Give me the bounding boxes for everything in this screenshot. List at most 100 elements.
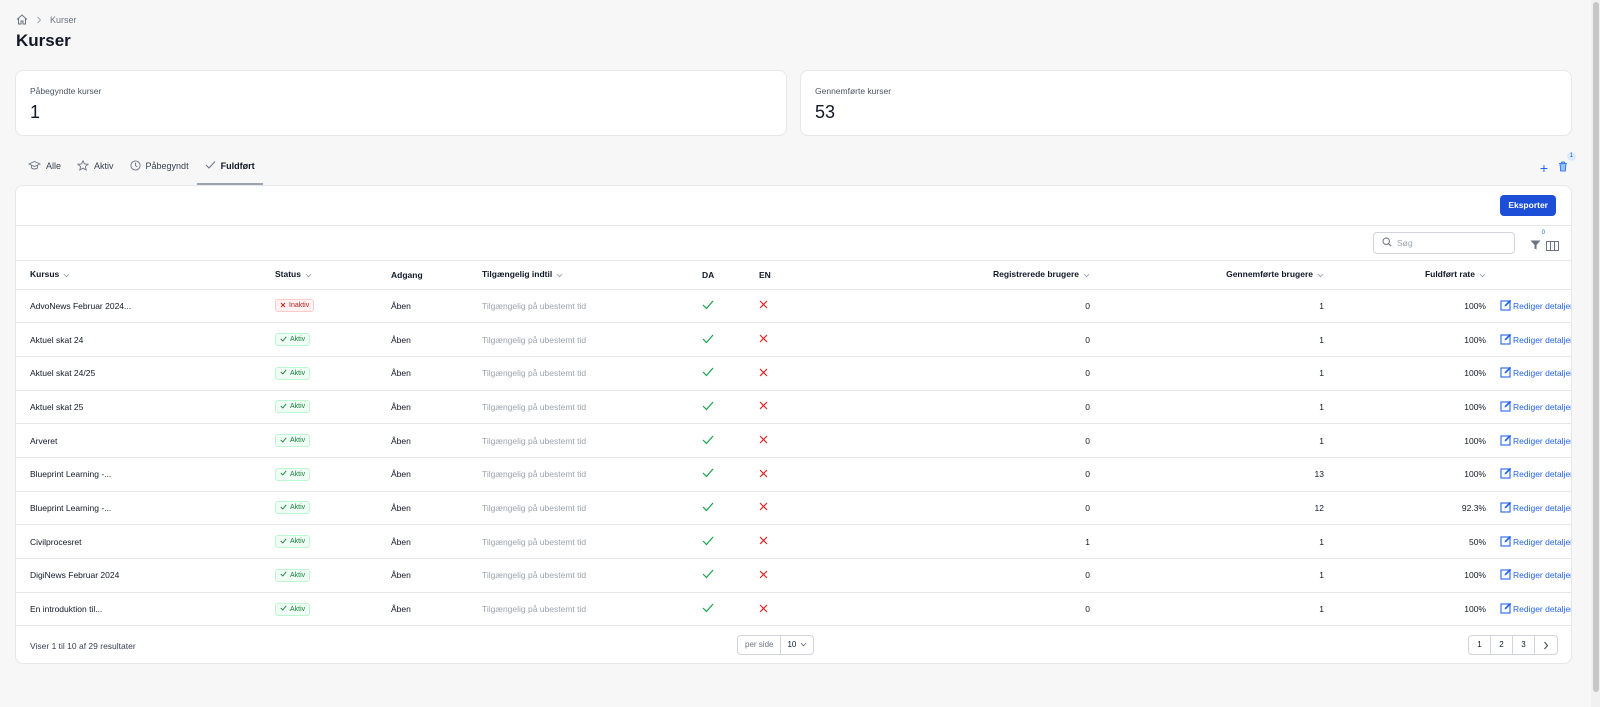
cell-kursus[interactable]: Civilprocesret: [16, 524, 275, 559]
col-en: EN: [759, 261, 819, 290]
status-badge: Aktiv: [275, 535, 311, 549]
edit-details-link[interactable]: Rediger detaljer: [1500, 366, 1571, 380]
tab-fuldfoert[interactable]: Fuldført: [196, 160, 263, 185]
table-row[interactable]: En introduktion til... Aktiv Åben Tilgængel…: [16, 592, 1571, 627]
edit-details-link[interactable]: Rediger detaljer: [1500, 333, 1571, 347]
cell-kursus[interactable]: Aktuel skat 25: [16, 390, 275, 425]
edit-details-link[interactable]: Rediger detaljer: [1500, 299, 1571, 313]
tab-paabegyndt[interactable]: Påbegyndt: [122, 160, 197, 185]
trash-count-badge: 1: [1566, 152, 1576, 161]
chevron-down-icon: [305, 270, 312, 280]
edit-details-link[interactable]: Rediger detaljer: [1500, 467, 1571, 481]
check-icon: [702, 334, 714, 346]
col-registrerede[interactable]: Registrerede brugere: [819, 261, 1090, 290]
edit-icon: [1500, 434, 1512, 448]
edit-details-link[interactable]: Rediger detaljer: [1500, 568, 1571, 582]
table-row[interactable]: Arveret Aktiv Åben Tilgængelig på ubestemt …: [16, 423, 1571, 458]
col-fuldfoert-rate[interactable]: Fuldført rate: [1324, 261, 1486, 290]
table-row[interactable]: Aktuel skat 25 Aktiv Åben Tilgængelig på ub…: [16, 390, 1571, 425]
page-scrollbar[interactable]: [1591, 0, 1600, 707]
cell-da: [702, 524, 759, 559]
edit-details-link[interactable]: Rediger detaljer: [1500, 434, 1571, 448]
scrollbar-thumb[interactable]: [1593, 2, 1599, 692]
cell-status: Aktiv: [275, 491, 391, 526]
table-row[interactable]: Civilprocesret Aktiv Åben Tilgængelig på ub…: [16, 524, 1571, 559]
tab-label: Påbegyndt: [145, 161, 189, 171]
table-row[interactable]: Blueprint Learning -... Aktiv Åben Tilgænge…: [16, 491, 1571, 526]
home-icon[interactable]: [16, 14, 28, 25]
page-button-2[interactable]: 2: [1491, 636, 1513, 654]
tab-aktiv[interactable]: Aktiv: [69, 159, 122, 185]
cell-adgang: Åben: [391, 491, 482, 526]
col-status[interactable]: Status: [275, 261, 391, 290]
tab-label: Fuldført: [220, 161, 255, 171]
status-badge: Aktiv: [275, 467, 311, 481]
stat-card-completed: Gennemførte kurser 53: [800, 70, 1572, 136]
cell-tilgaengelig: Tilgængelig på ubestemt tid: [482, 457, 702, 492]
tab-label: Alle: [46, 161, 62, 171]
close-icon: [759, 570, 768, 581]
breadcrumb-current[interactable]: Kurser: [50, 15, 77, 25]
col-kursus[interactable]: Kursus: [16, 261, 275, 290]
export-button[interactable]: Eksporter: [1500, 195, 1556, 216]
page-title: Kurser: [16, 31, 71, 50]
close-icon: [759, 469, 768, 480]
pagination: 1 2 3: [1468, 635, 1558, 655]
check-icon: [702, 569, 714, 581]
trash-icon[interactable]: 1: [1558, 152, 1576, 177]
edit-details-link[interactable]: Rediger detaljer: [1500, 400, 1571, 414]
plus-icon[interactable]: +: [1540, 161, 1548, 175]
check-icon: [280, 403, 287, 411]
col-da: DA: [702, 261, 759, 290]
chevron-down-icon: [1317, 270, 1324, 280]
cell-kursus[interactable]: Blueprint Learning -...: [16, 491, 275, 526]
cell-registrerede: 1: [819, 524, 1090, 559]
cell-kursus[interactable]: Aktuel skat 24: [16, 322, 275, 357]
col-gennemfoerte[interactable]: Gennemførte brugere: [1090, 261, 1324, 290]
edit-icon: [1500, 333, 1512, 347]
check-icon: [280, 538, 287, 546]
filter-icon[interactable]: 0: [1530, 230, 1545, 255]
table-row[interactable]: DigiNews Februar 2024 Aktiv Åben Tilgængeli…: [16, 558, 1571, 593]
cell-kursus[interactable]: Aktuel skat 24/25: [16, 356, 275, 391]
close-icon: [759, 536, 768, 547]
cell-rate: 50%: [1324, 524, 1486, 559]
status-badge: Aktiv: [275, 434, 311, 448]
check-icon: [702, 401, 714, 413]
cell-tilgaengelig: Tilgængelig på ubestemt tid: [482, 322, 702, 357]
close-icon: [759, 401, 768, 412]
panel-toolbar: Eksporter: [16, 186, 1571, 226]
edit-details-link[interactable]: Rediger detaljer: [1500, 535, 1571, 549]
tab-alle[interactable]: Alle: [27, 160, 69, 185]
per-page-dropdown[interactable]: 10: [781, 636, 813, 654]
per-page-select[interactable]: per side 10: [737, 635, 815, 655]
stat-label: Påbegyndte kurser: [30, 86, 102, 96]
search-input[interactable]: Søg: [1373, 232, 1515, 254]
next-page-button[interactable]: [1535, 636, 1557, 654]
cell-kursus[interactable]: En introduktion til...: [16, 592, 275, 627]
courses-table: Kursus Status Adgang Tilgængelig indtil …: [16, 261, 1571, 627]
col-tilgaengelig[interactable]: Tilgængelig indtil: [482, 261, 702, 290]
cell-adgang: Åben: [391, 558, 482, 593]
page-button-1[interactable]: 1: [1469, 636, 1491, 654]
page-button-3[interactable]: 3: [1513, 636, 1535, 654]
edit-details-link[interactable]: Rediger detaljer: [1500, 602, 1571, 616]
tab-bar: Alle Aktiv Påbegyndt Fuldført: [27, 159, 263, 185]
edit-details-link[interactable]: Rediger detaljer: [1500, 501, 1571, 515]
cell-registrerede: 0: [819, 356, 1090, 391]
cell-registrerede: 0: [819, 558, 1090, 593]
table-row[interactable]: Aktuel skat 24/25 Aktiv Åben Tilgængelig på…: [16, 356, 1571, 391]
cell-kursus[interactable]: Blueprint Learning -...: [16, 457, 275, 492]
cell-kursus[interactable]: Arveret: [16, 423, 275, 458]
close-icon: [759, 604, 768, 615]
cell-kursus[interactable]: DigiNews Februar 2024: [16, 558, 275, 593]
table-row[interactable]: Aktuel skat 24 Aktiv Åben Tilgængelig på ub…: [16, 322, 1571, 357]
cell-kursus[interactable]: AdvoNews Februar 2024...: [16, 289, 275, 324]
stat-value: 53: [815, 102, 836, 122]
check-icon: [280, 336, 287, 344]
table-row[interactable]: Blueprint Learning -... Aktiv Åben Tilgænge…: [16, 457, 1571, 492]
table-row[interactable]: AdvoNews Februar 2024... Inaktiv Åben Tilgæ…: [16, 289, 1571, 324]
columns-icon[interactable]: [1546, 238, 1559, 256]
status-badge: Aktiv: [275, 602, 311, 616]
stat-card-started: Påbegyndte kurser 1: [15, 70, 787, 136]
